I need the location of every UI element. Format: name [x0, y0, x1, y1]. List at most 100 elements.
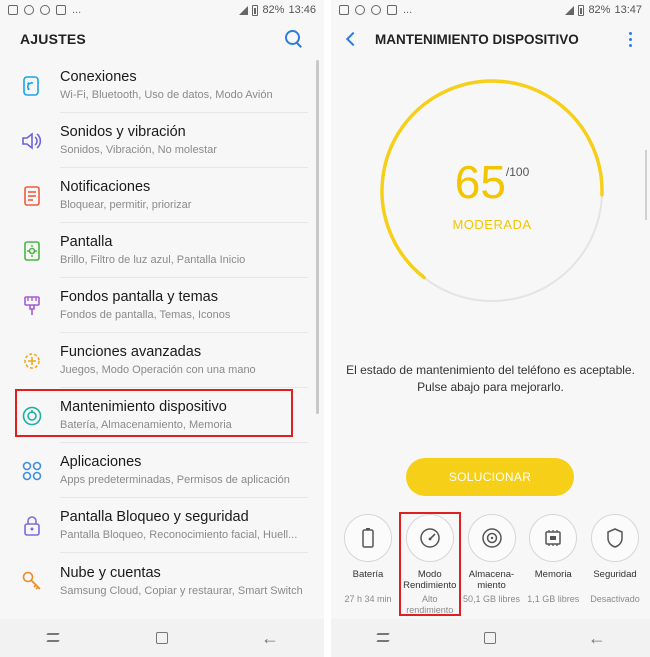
settings-screen: ... 82% 13:46 AJUSTES Conexiones Wi-Fi, B…	[0, 0, 324, 657]
tool-value: 27 h 34 min	[344, 594, 392, 604]
app-bar: AJUSTES	[0, 20, 324, 58]
item-title: Fondos pantalla y temas	[60, 289, 218, 305]
display-icon	[20, 239, 44, 263]
more-options-icon[interactable]	[622, 29, 638, 49]
settings-item-bloqueo-seguridad[interactable]: Pantalla Bloqueo y seguridad Pantalla Blo…	[0, 498, 316, 553]
tool-seguridad[interactable]: Seguridad Desactivado	[586, 514, 644, 616]
score-value: 65	[454, 156, 506, 208]
tool-memoria[interactable]: Memoria 1,1 GB libres	[524, 514, 582, 616]
shield-icon	[591, 514, 639, 562]
notification-icon	[20, 184, 44, 208]
page-title: MANTENIMIENTO DISPOSITIVO	[375, 31, 579, 47]
tool-almacenamiento[interactable]: Almacena- miento 50,1 GB libres	[463, 514, 521, 616]
back-icon[interactable]	[343, 30, 361, 48]
tool-value: 1,1 GB libres	[527, 594, 580, 604]
settings-item-conexiones[interactable]: Conexiones Wi-Fi, Bluetooth, Uso de datos…	[0, 58, 316, 113]
item-title: Mantenimiento dispositivo	[60, 399, 227, 415]
back-button[interactable]: ←	[577, 623, 617, 653]
search-icon[interactable]	[284, 29, 304, 49]
recents-button[interactable]	[34, 623, 74, 653]
settings-item-funciones-avanzadas[interactable]: Funciones avanzadas Juegos, Modo Operació…	[0, 333, 316, 388]
item-subtitle: Pantalla Bloqueo, Reconocimiento facial,…	[60, 529, 298, 541]
score-max: /100	[505, 165, 530, 179]
more-notifications: ...	[403, 4, 413, 16]
home-icon	[156, 632, 168, 644]
scrollbar[interactable]	[316, 60, 319, 414]
recents-icon	[47, 633, 61, 643]
battery-icon	[344, 514, 392, 562]
settings-item-sonidos[interactable]: Sonidos y vibración Sonidos, Vibración, N…	[0, 113, 316, 168]
signal-icon	[239, 5, 249, 15]
item-subtitle: Samsung Cloud, Copiar y restaurar, Smart…	[60, 584, 303, 597]
maintenance-screen: ... 82% 13:47 MANTENIMIENTO DISPOSITIVO …	[331, 0, 650, 657]
speedometer-icon	[405, 514, 454, 562]
apps-icon	[20, 459, 44, 483]
tool-value: Alto rendimiento	[406, 594, 454, 615]
settings-item-mantenimiento[interactable]: Mantenimiento dispositivo Batería, Almace…	[0, 388, 316, 443]
status-message: El estado de mantenimiento del teléfono …	[331, 362, 650, 396]
settings-item-nube-cuentas[interactable]: Nube y cuentas Samsung Cloud, Copiar y re…	[0, 553, 316, 608]
item-subtitle: Wi-Fi, Bluetooth, Uso de datos, Modo Avi…	[60, 89, 273, 101]
battery-status-icon	[578, 4, 585, 16]
storage-icon	[467, 514, 516, 562]
item-title: Nube y cuentas	[60, 564, 161, 581]
key-icon	[20, 569, 44, 593]
home-button[interactable]	[142, 623, 182, 653]
signal-icon	[565, 5, 575, 15]
wifi-icon	[20, 74, 44, 98]
item-title: Notificaciones	[60, 179, 151, 195]
speed-notification-icon	[371, 5, 381, 15]
tool-value: 50,1 GB libres	[462, 594, 521, 604]
tool-bateria[interactable]: Batería 27 h 34 min	[339, 514, 397, 616]
battery-status-icon	[252, 4, 259, 16]
score-display: 65/100 MODERADA	[376, 155, 608, 232]
clock: 13:47	[614, 4, 642, 16]
battery-percent: 82%	[588, 4, 611, 16]
tool-label: Memoria	[534, 569, 572, 580]
item-title: Aplicaciones	[60, 454, 142, 470]
sync-notification-icon	[24, 5, 34, 15]
edge-handle[interactable]	[645, 150, 647, 220]
back-button[interactable]: ←	[250, 623, 290, 653]
more-notifications: ...	[72, 4, 82, 16]
status-message-line: El estado de mantenimiento del teléfono …	[346, 363, 635, 377]
settings-item-aplicaciones[interactable]: Aplicaciones Apps predeterminadas, Permis…	[0, 443, 316, 498]
gallery-notification-icon	[8, 5, 18, 15]
home-button[interactable]	[470, 623, 510, 653]
brush-icon	[20, 294, 44, 318]
item-subtitle: Bloquear, permitir, priorizar	[60, 199, 192, 211]
tools-row: Batería 27 h 34 min Modo Rendimiento Alt…	[339, 514, 644, 616]
navigation-bar: ←	[0, 619, 324, 657]
item-subtitle: Sonidos, Vibración, No molestar	[60, 144, 217, 156]
screenshot-notification-icon	[387, 5, 397, 15]
gear-plus-icon	[20, 349, 44, 373]
tool-label: Almacena- miento	[468, 569, 515, 591]
battery-percent: 82%	[262, 4, 285, 16]
item-subtitle: Apps predeterminadas, Permisos de aplica…	[60, 474, 290, 486]
tool-value: Desactivado	[590, 594, 640, 604]
speed-notification-icon	[40, 5, 50, 15]
tool-modo-rendimiento[interactable]: Modo Rendimiento Alto rendimiento	[401, 514, 459, 616]
item-title: Conexiones	[60, 69, 137, 85]
tool-label: Seguridad	[593, 569, 637, 580]
item-subtitle: Fondos de pantalla, Temas, Iconos	[60, 309, 231, 321]
settings-list: Conexiones Wi-Fi, Bluetooth, Uso de datos…	[0, 58, 316, 608]
recents-button[interactable]	[364, 623, 404, 653]
speaker-icon	[20, 129, 44, 153]
navigation-bar: ←	[331, 619, 650, 657]
item-subtitle: Brillo, Filtro de luz azul, Pantalla Ini…	[60, 254, 246, 266]
item-title: Pantalla	[60, 234, 113, 250]
recents-icon	[377, 633, 391, 643]
screenshot-notification-icon	[56, 5, 66, 15]
maintenance-icon	[20, 404, 44, 428]
page-title: AJUSTES	[20, 31, 86, 47]
settings-item-fondos[interactable]: Fondos pantalla y temas Fondos de pantall…	[0, 278, 316, 333]
settings-item-notificaciones[interactable]: Notificaciones Bloquear, permitir, priori…	[0, 168, 316, 223]
gallery-notification-icon	[339, 5, 349, 15]
score-state: MODERADA	[452, 217, 532, 232]
solucionar-button[interactable]: SOLUCIONAR	[406, 458, 574, 496]
settings-item-pantalla[interactable]: Pantalla Brillo, Filtro de luz azul, Pant…	[0, 223, 316, 278]
item-title: Sonidos y vibración	[60, 124, 186, 140]
sync-notification-icon	[355, 5, 365, 15]
item-title: Pantalla Bloqueo y seguridad	[60, 509, 249, 525]
